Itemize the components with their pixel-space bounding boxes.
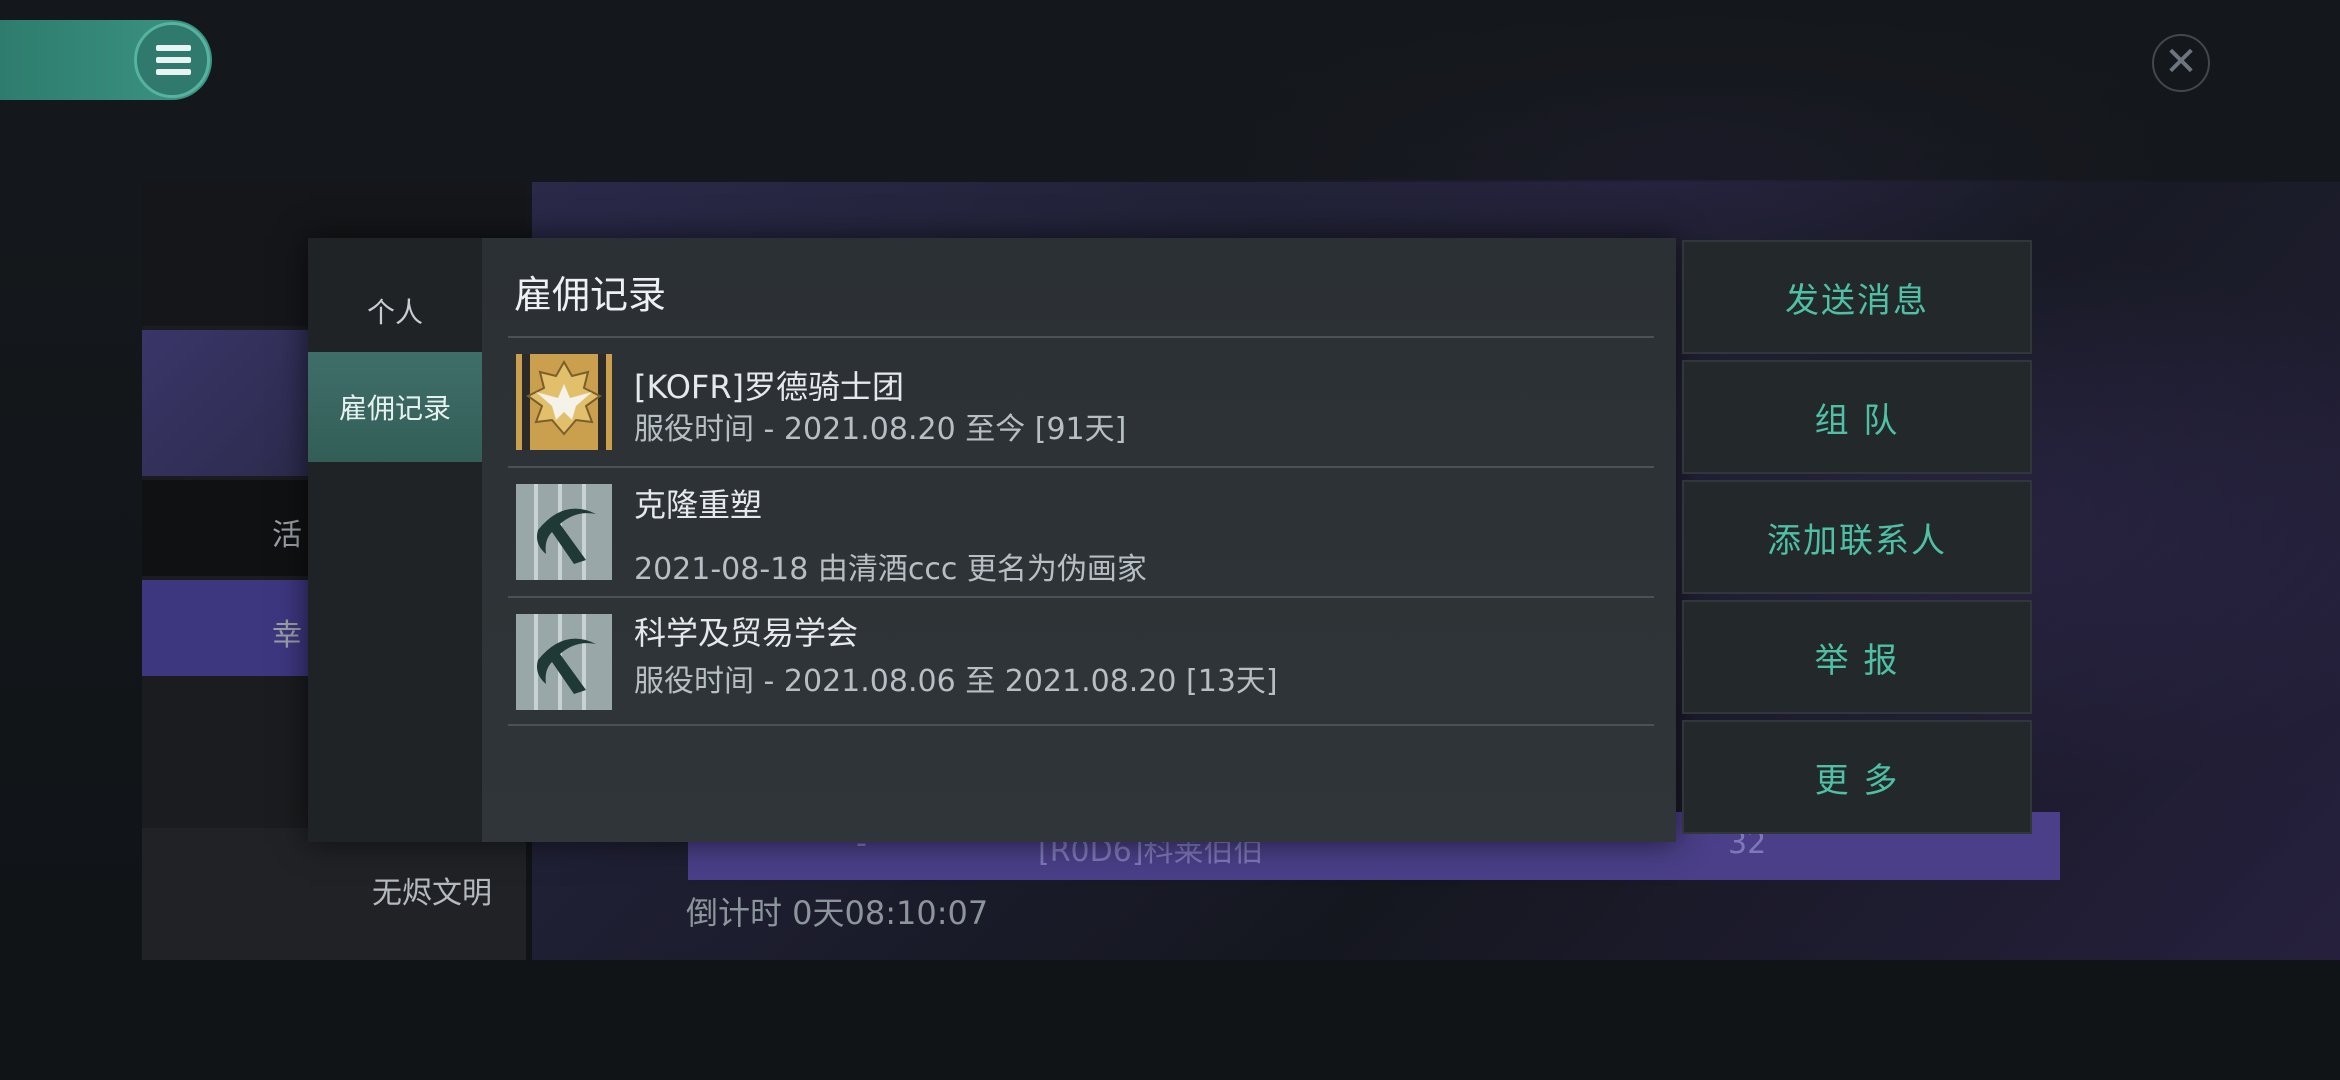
- record-name: [KOFR]罗德骑士团: [634, 368, 905, 406]
- record-name: 科学及贸易学会: [634, 614, 859, 652]
- employment-record-modal: 个人 雇佣记录 雇佣记录 [KOFR]罗德骑士团 服役时间 - 2021.08.…: [308, 238, 1676, 842]
- team-button[interactable]: 组 队: [1682, 360, 2032, 474]
- close-icon: ✕: [2164, 39, 2198, 85]
- tab-personal[interactable]: 个人: [308, 256, 482, 366]
- list-item[interactable]: 克隆重塑 2021-08-18 由清酒ccc 更名为伪画家: [508, 468, 1654, 596]
- bottom-bar: [0, 960, 2340, 1080]
- divider: [508, 724, 1654, 726]
- send-message-button[interactable]: 发送消息: [1682, 240, 2032, 354]
- corp-logo-icon: [516, 614, 612, 710]
- close-button[interactable]: ✕: [2152, 34, 2210, 92]
- gold-eagle-icon: [516, 354, 612, 450]
- list-item: 无烬文明: [142, 828, 526, 960]
- record-name: 克隆重塑: [634, 486, 763, 524]
- record-detail: 2021-08-18 由清酒ccc 更名为伪画家: [634, 552, 1147, 587]
- top-bar: [0, 0, 2340, 180]
- record-detail: 服役时间 - 2021.08.20 至今 [91天]: [634, 412, 1127, 447]
- tab-employment-record[interactable]: 雇佣记录: [308, 352, 482, 462]
- more-button[interactable]: 更 多: [1682, 720, 2032, 834]
- panel-title: 雇佣记录: [514, 273, 667, 317]
- menu-button[interactable]: [134, 22, 210, 98]
- list-item-label: 无烬文明: [372, 876, 492, 911]
- corp-logo-icon: [516, 484, 612, 580]
- list-item[interactable]: [KOFR]罗德骑士团 服役时间 - 2021.08.20 至今 [91天]: [508, 338, 1654, 466]
- list-item-label: 活: [272, 518, 302, 553]
- record-detail: 服役时间 - 2021.08.06 至 2021.08.20 [13天]: [634, 664, 1278, 699]
- list-item[interactable]: 科学及贸易学会 服役时间 - 2021.08.06 至 2021.08.20 […: [508, 598, 1654, 726]
- countdown-text: 倒计时 0天08:10:07: [686, 894, 989, 932]
- add-contact-button[interactable]: 添加联系人: [1682, 480, 2032, 594]
- list-item-label: 幸: [272, 618, 302, 653]
- report-button[interactable]: 举 报: [1682, 600, 2032, 714]
- modal-tabs: 个人 雇佣记录: [308, 238, 482, 842]
- employment-panel: 雇佣记录 [KOFR]罗德骑士团 服役时间 - 2021.08.20 至今 [9…: [482, 238, 1676, 842]
